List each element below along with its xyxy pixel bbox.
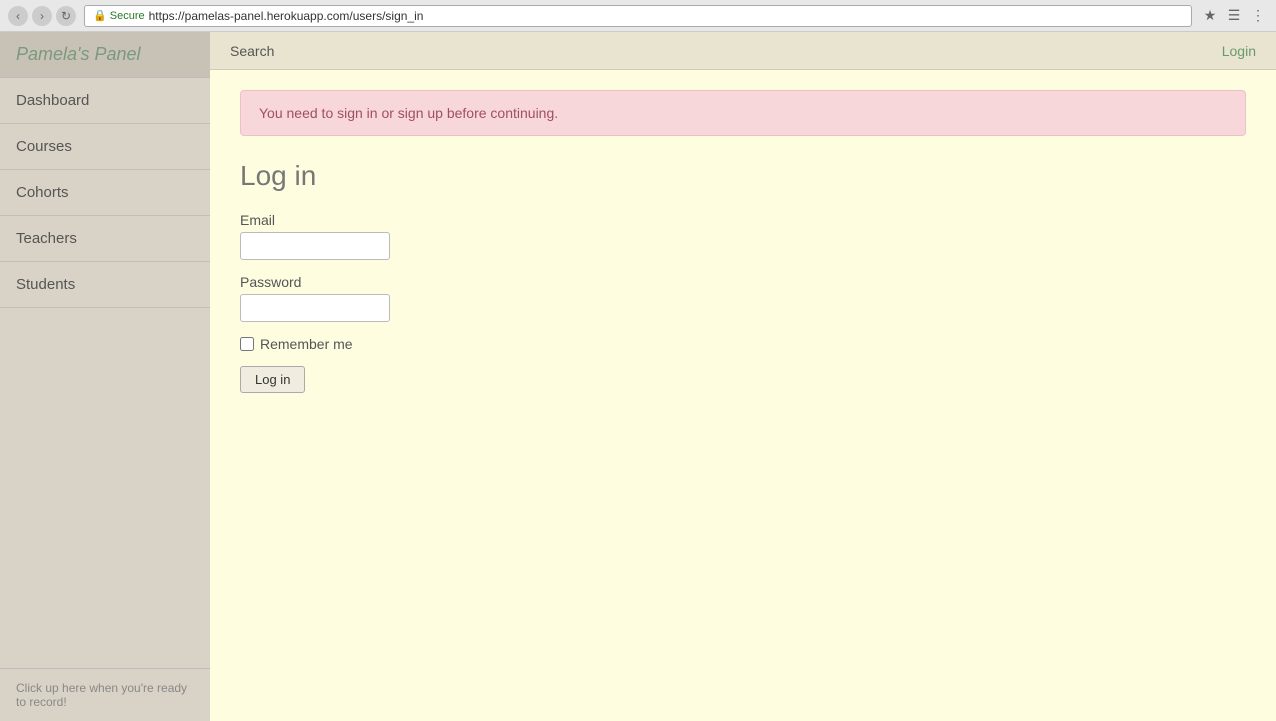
email-input[interactable] — [240, 232, 390, 260]
browser-chrome: ‹ › ↻ 🔒 Secure https://pamelas-panel.her… — [0, 0, 1276, 32]
login-link[interactable]: Login — [1222, 43, 1256, 59]
top-nav: Search Login — [210, 32, 1276, 70]
back-button[interactable]: ‹ — [8, 6, 28, 26]
sidebar-item-dashboard[interactable]: Dashboard — [0, 78, 210, 124]
login-form: Email Password Remember me Log in — [240, 212, 1246, 393]
remember-me-checkbox[interactable] — [240, 337, 254, 351]
password-group: Password — [240, 274, 1246, 322]
content-area: Search Login You need to sign in or sign… — [210, 32, 1276, 721]
page-content: You need to sign in or sign up before co… — [210, 70, 1276, 721]
address-bar[interactable]: 🔒 Secure https://pamelas-panel.herokuapp… — [84, 5, 1192, 27]
sidebar-item-teachers[interactable]: Teachers — [0, 216, 210, 262]
main-layout: Pamela's Panel Dashboard Courses Cohorts… — [0, 32, 1276, 721]
menu-icon[interactable]: ⋮ — [1248, 6, 1268, 26]
sidebar-nav: Dashboard Courses Cohorts Teachers Stude… — [0, 78, 210, 668]
alert-message: You need to sign in or sign up before co… — [259, 105, 558, 121]
password-input[interactable] — [240, 294, 390, 322]
login-submit-button[interactable]: Log in — [240, 366, 305, 393]
remember-me-group: Remember me — [240, 336, 1246, 352]
sidebar-item-courses[interactable]: Courses — [0, 124, 210, 170]
extensions-icon[interactable]: ☰ — [1224, 6, 1244, 26]
reload-button[interactable]: ↻ — [56, 6, 76, 26]
sidebar-item-cohorts[interactable]: Cohorts — [0, 170, 210, 216]
search-link[interactable]: Search — [230, 43, 274, 59]
sidebar-item-students[interactable]: Students — [0, 262, 210, 308]
url-text: https://pamelas-panel.herokuapp.com/user… — [149, 9, 424, 23]
forward-button[interactable]: › — [32, 6, 52, 26]
secure-icon: 🔒 Secure — [93, 9, 145, 22]
login-title: Log in — [240, 160, 1246, 192]
sidebar-footer: Click up here when you're ready to recor… — [0, 668, 210, 721]
email-label: Email — [240, 212, 1246, 228]
browser-action-buttons: ★ ☰ ⋮ — [1200, 6, 1268, 26]
sidebar: Pamela's Panel Dashboard Courses Cohorts… — [0, 32, 210, 721]
email-group: Email — [240, 212, 1246, 260]
browser-nav: ‹ › ↻ — [8, 6, 76, 26]
alert-banner: You need to sign in or sign up before co… — [240, 90, 1246, 136]
bookmark-icon[interactable]: ★ — [1200, 6, 1220, 26]
password-label: Password — [240, 274, 1246, 290]
remember-me-label: Remember me — [260, 336, 353, 352]
sidebar-brand: Pamela's Panel — [0, 32, 210, 78]
